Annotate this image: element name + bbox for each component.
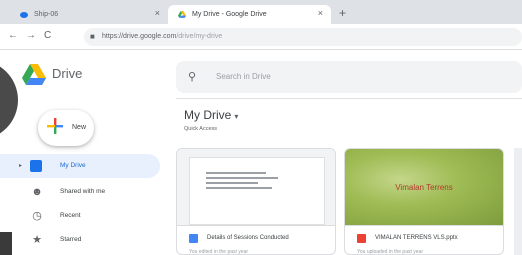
sidebar-item-starred[interactable]: ★ Starred: [0, 228, 160, 252]
slide-title: Vimalan Terrens: [395, 183, 453, 192]
url-text: https://drive.google.com/drive/my-drive: [102, 33, 222, 40]
quick-access-label: Quick Access: [184, 126, 218, 132]
app-title: Drive: [52, 66, 83, 81]
sidebar-item-label: Recent: [60, 212, 81, 219]
chevron-down-icon[interactable]: ▾: [234, 112, 238, 121]
url-host: https://drive.google.com: [102, 33, 177, 40]
file-thumbnail: [177, 149, 335, 225]
preview-line: [206, 172, 266, 174]
docs-file-icon: [189, 234, 198, 243]
address-bar[interactable]: ■ https://drive.google.com/drive/my-driv…: [84, 28, 522, 46]
clock-icon: ◷: [32, 210, 42, 222]
document-page-preview: [189, 157, 325, 225]
tab-title: My Drive - Google Drive: [192, 11, 267, 18]
left-edge-overlay: [0, 60, 18, 140]
browser-toolbar: ← → C ■ https://drive.google.com/drive/m…: [0, 24, 522, 50]
page-title[interactable]: My Drive ▾: [184, 108, 238, 122]
forward-icon[interactable]: →: [26, 30, 36, 41]
star-icon: ★: [32, 234, 42, 246]
page-title-text: My Drive: [184, 108, 232, 122]
slides-file-icon: [357, 234, 366, 243]
my-drive-icon: [30, 160, 42, 172]
file-name: Details of Sessions Conducted: [207, 235, 289, 241]
sidebar-item-recent[interactable]: ◷ Recent: [0, 204, 160, 228]
file-subtitle: You uploaded in the past year: [357, 249, 423, 255]
reload-icon[interactable]: C: [44, 30, 51, 41]
new-button[interactable]: New: [38, 110, 94, 146]
sidebar-item-shared-with-me[interactable]: ☻ Shared with me: [0, 180, 160, 204]
drive-favicon-icon: [178, 10, 186, 18]
file-card-footer: Details of Sessions Conducted You edited…: [177, 225, 335, 255]
search-placeholder: Search in Drive: [216, 72, 271, 81]
tab-title: Ship-06: [34, 11, 59, 18]
browser-tab-active[interactable]: My Drive - Google Drive ×: [168, 5, 331, 24]
url-path: /drive/my-drive: [176, 33, 223, 40]
sidebar-item-label: Starred: [60, 236, 82, 243]
close-icon[interactable]: ×: [318, 8, 323, 18]
header-divider: [176, 98, 522, 99]
shared-with-me-icon: ☻: [31, 186, 43, 198]
sidebar-item-label: My Drive: [60, 162, 86, 169]
plus-icon: [47, 118, 63, 134]
back-icon[interactable]: ←: [8, 30, 18, 41]
browser-tabstrip: Ship-06 × My Drive - Google Drive × +: [0, 0, 522, 24]
lock-icon: ■: [90, 32, 95, 41]
next-card-edge: [514, 148, 522, 255]
new-button-label: New: [72, 124, 87, 131]
drive-logo-icon: [22, 64, 46, 85]
search-input[interactable]: ⚲ Search in Drive: [176, 61, 522, 93]
file-card[interactable]: Vimalan Terrens VIMALAN TERRENS VLS.pptx…: [344, 148, 504, 255]
expand-caret-icon[interactable]: ▸: [19, 162, 22, 169]
preview-line: [206, 187, 272, 189]
new-tab-button[interactable]: +: [339, 6, 346, 20]
file-name: VIMALAN TERRENS VLS.pptx: [375, 235, 458, 241]
preview-line: [206, 177, 278, 179]
file-card[interactable]: Details of Sessions Conducted You edited…: [176, 148, 336, 255]
tab-favicon-icon: [20, 11, 28, 18]
search-icon[interactable]: ⚲: [188, 70, 196, 83]
preview-line: [206, 182, 258, 184]
file-card-footer: VIMALAN TERRENS VLS.pptx You uploaded in…: [345, 225, 503, 255]
sidebar-item-label: Shared with me: [60, 188, 106, 195]
close-icon[interactable]: ×: [155, 8, 160, 18]
browser-tab[interactable]: Ship-06 ×: [0, 5, 168, 24]
file-thumbnail: Vimalan Terrens: [345, 149, 503, 225]
sidebar-item-my-drive[interactable]: ▸ My Drive: [0, 154, 160, 178]
file-subtitle: You edited in the past year: [189, 249, 249, 255]
